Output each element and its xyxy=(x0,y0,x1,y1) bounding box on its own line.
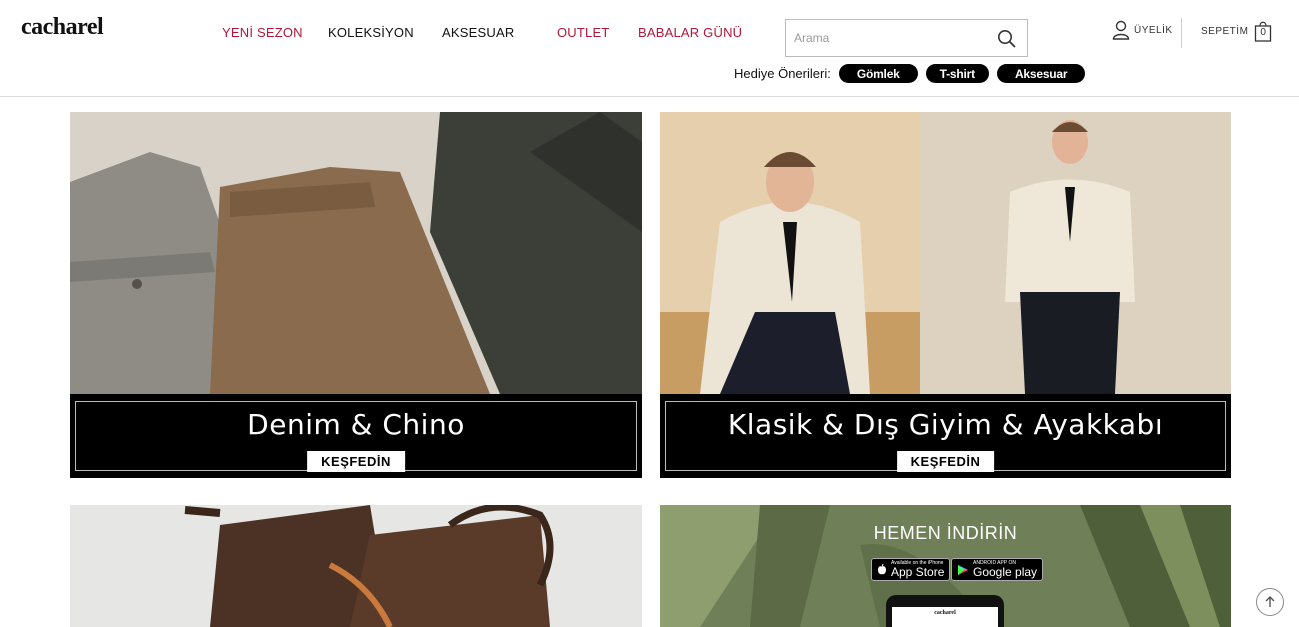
gift-pill-gomlek[interactable]: Gömlek xyxy=(838,64,918,83)
gift-suggestions: Hediye Önerileri: Gömlek T-shirt Aksesua… xyxy=(734,64,1086,83)
bags-image xyxy=(70,505,642,627)
category-tile-bags[interactable] xyxy=(70,505,642,627)
cart-label: SEPETİM xyxy=(1201,25,1249,37)
arrow-up-icon xyxy=(1265,596,1275,607)
search-box xyxy=(785,19,1028,57)
phone-mockup: cacharel xyxy=(886,595,1004,627)
account-label: ÜYELİK xyxy=(1134,24,1173,36)
cart-count: 0 xyxy=(1260,27,1267,38)
nav-item-yeni-sezon[interactable]: YENİ SEZON xyxy=(222,25,303,40)
user-icon xyxy=(1112,20,1130,40)
nav-item-babalar-gunu[interactable]: BABALAR GÜNÜ xyxy=(638,25,742,40)
discover-button[interactable]: KEŞFEDİN xyxy=(896,451,995,472)
tile-title: Denim & Chino xyxy=(247,408,465,441)
nav-item-aksesuar[interactable]: AKSESUAR xyxy=(442,25,514,40)
gift-label: Hediye Önerileri: xyxy=(734,66,831,81)
scroll-to-top-button[interactable] xyxy=(1256,588,1284,616)
gift-pill-aksesuar[interactable]: Aksesuar xyxy=(996,64,1086,83)
category-tile-klasik[interactable]: Klasik & Dış Giyim & Ayakkabı KEŞFEDİN xyxy=(660,112,1231,478)
app-download-banner: HEMEN İNDİRİN Available on the iPhone Ap… xyxy=(660,505,1231,627)
site-header: cacharel YENİ SEZON KOLEKSİYON AKSESUAR … xyxy=(0,0,1299,97)
search-icon[interactable] xyxy=(997,29,1017,49)
search-input[interactable] xyxy=(794,29,984,47)
google-play-badge[interactable]: ANDROID APP ON Google play xyxy=(951,558,1044,581)
google-play-text: Google play xyxy=(973,565,1038,579)
brand-logo[interactable]: cacharel xyxy=(21,14,104,41)
app-promo-title: HEMEN İNDİRİN xyxy=(873,523,1018,543)
tile-title: Klasik & Dış Giyim & Ayakkabı xyxy=(727,408,1164,441)
google-play-icon xyxy=(958,564,968,575)
account-link[interactable]: ÜYELİK xyxy=(1112,20,1173,40)
gift-pill-tshirt[interactable]: T-shirt xyxy=(925,64,989,83)
discover-button[interactable]: KEŞFEDİN xyxy=(307,451,405,472)
app-store-text: App Store xyxy=(891,565,945,579)
nav-item-koleksiyon[interactable]: KOLEKSİYON xyxy=(328,25,414,40)
shopping-bag-icon: 0 xyxy=(1254,20,1272,42)
phone-logo: cacharel xyxy=(934,610,956,616)
category-tile-denim-chino[interactable]: Denim & Chino KEŞFEDİN xyxy=(70,112,642,478)
phone-screen: cacharel xyxy=(892,607,998,627)
header-divider xyxy=(1181,18,1182,48)
tile-caption: Klasik & Dış Giyim & Ayakkabı KEŞFEDİN xyxy=(660,394,1231,478)
trousers-image xyxy=(70,112,642,394)
models-image xyxy=(660,112,1231,394)
app-store-badge[interactable]: Available on the iPhone App Store xyxy=(871,558,951,581)
tile-caption: Denim & Chino KEŞFEDİN xyxy=(70,394,642,478)
nav-item-outlet[interactable]: OUTLET xyxy=(557,25,609,40)
cart-link[interactable]: SEPETİM 0 xyxy=(1201,20,1272,42)
apple-icon xyxy=(878,563,886,574)
